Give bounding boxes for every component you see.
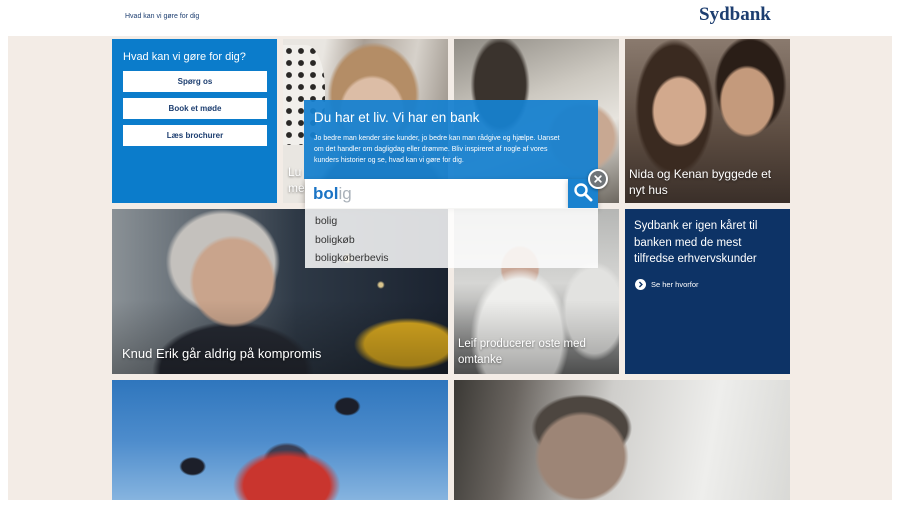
award-text-line: Sydbank er igen kåret til xyxy=(634,220,758,232)
intro-title: Du har et liv. Vi har en bank xyxy=(314,110,480,125)
award-text-line: tilfredse erhvervskunder xyxy=(634,253,757,265)
see-why-label: Se her hvorfor xyxy=(651,279,699,289)
story-caption-line: Leif producerer oste med xyxy=(458,338,586,350)
suggestion-item[interactable]: bolig xyxy=(315,212,337,230)
search-input[interactable]: bolig xyxy=(305,179,568,208)
intro-overlay: Du har et liv. Vi har en bank Jo bedre m… xyxy=(304,100,598,179)
help-tile-title: Hvad kan vi gøre for dig? xyxy=(123,51,246,63)
award-text-line: banken med de mest xyxy=(634,236,742,249)
suggestion-item[interactable]: boligkøb xyxy=(315,231,355,249)
story-tile-skydiver[interactable] xyxy=(112,380,448,500)
search-autocomplete-hint: ig xyxy=(338,184,352,203)
page: Hvad kan vi gøre for dig Sydbank Hvad ka… xyxy=(0,0,900,508)
read-brochures-button[interactable]: Læs brochurer xyxy=(123,125,267,146)
award-text: Sydbank er igen kåret til banken med de … xyxy=(634,218,757,268)
close-overlay-button[interactable] xyxy=(588,169,608,189)
ask-us-button[interactable]: Spørg os xyxy=(123,71,267,92)
story-caption: Knud Erik går aldrig på kompromis xyxy=(122,346,321,362)
intro-text-line: kunders historier og se, hvad kan vi gør… xyxy=(314,157,464,164)
search-typed-text: bol xyxy=(313,184,339,203)
search-suggestions: bolig boligkøb boligkøberbevis xyxy=(305,208,598,268)
story-caption-line: Nida og Kenan byggede et xyxy=(629,167,772,181)
story-caption-line: omtanke xyxy=(458,354,503,366)
search-query: bolig xyxy=(313,179,352,208)
close-icon xyxy=(594,170,602,188)
story-caption-line: nyt hus xyxy=(629,183,668,197)
story-caption-line: me xyxy=(288,181,305,195)
story-caption: Leif producerer oste med omtanke xyxy=(458,336,586,368)
story-tile-nida[interactable]: Nida og Kenan byggede et nyt hus xyxy=(625,39,790,203)
help-tile: Hvad kan vi gøre for dig? Spørg os Book … xyxy=(112,39,277,203)
story-caption: Nida og Kenan byggede et nyt hus xyxy=(629,166,771,198)
story-tile-driver[interactable] xyxy=(454,380,790,500)
see-why-link[interactable]: Se her hvorfor xyxy=(635,278,699,290)
award-tile: Sydbank er igen kåret til banken med de … xyxy=(625,209,790,374)
suggestion-item[interactable]: boligkøberbevis xyxy=(315,249,389,267)
intro-text-line: om det handler om dagligdag eller drømme… xyxy=(314,146,548,153)
story-caption: Lu me xyxy=(288,164,305,196)
intro-text: Jo bedre man kender sine kunder, jo bedr… xyxy=(314,133,560,166)
sydbank-logo[interactable]: Sydbank xyxy=(699,4,771,26)
arrow-right-circle-icon xyxy=(635,278,646,290)
story-caption-line: Knud Erik går aldrig på kompromis xyxy=(122,346,322,361)
book-meeting-button[interactable]: Book et møde xyxy=(123,98,267,119)
story-caption-line: Lu xyxy=(288,165,302,179)
help-link[interactable]: Hvad kan vi gøre for dig xyxy=(125,12,199,22)
intro-text-line: Jo bedre man kender sine kunder, jo bedr… xyxy=(314,135,560,142)
